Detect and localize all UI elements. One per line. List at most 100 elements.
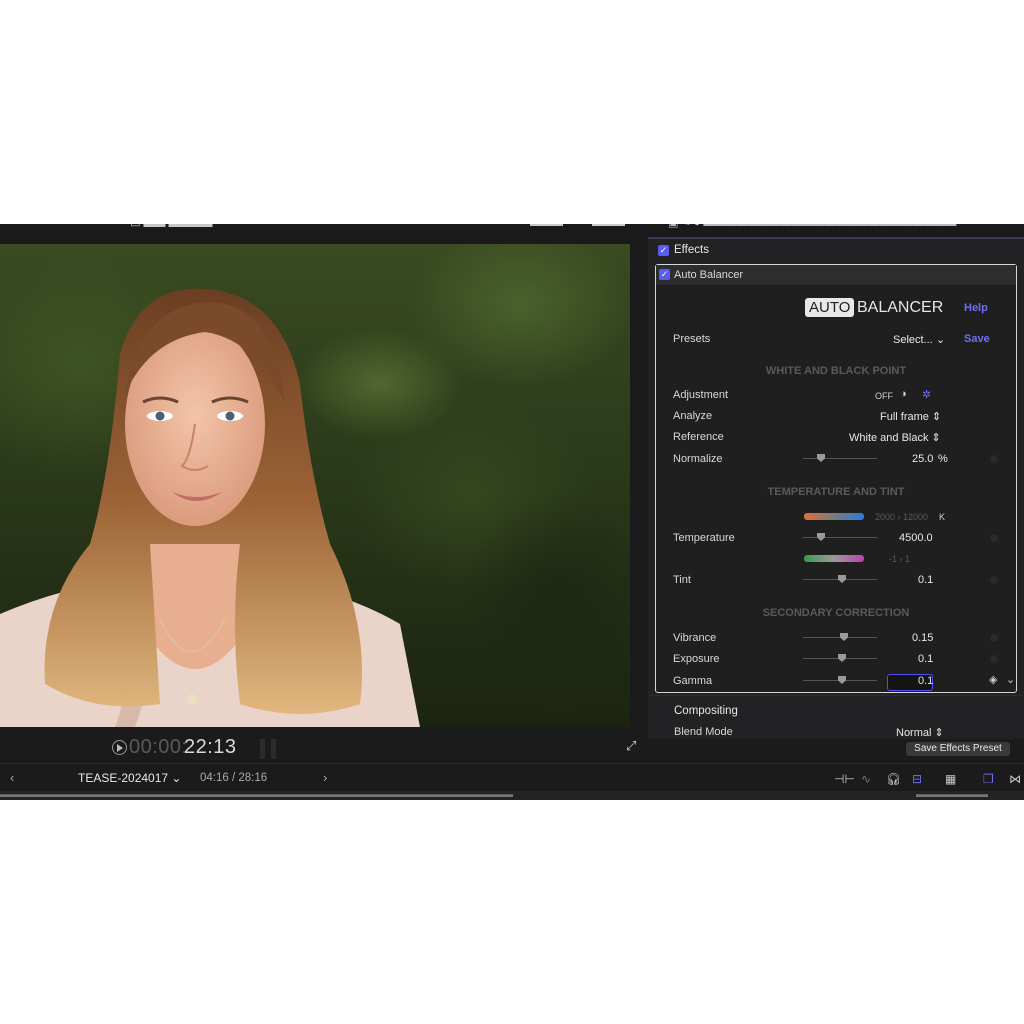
timecode-leading: 00:00: — [129, 736, 188, 758]
effects-browser-icon[interactable]: ❐ — [983, 772, 994, 786]
presets-select-value: Select... — [893, 334, 933, 346]
fullscreen-icon[interactable]: ⤢ — [626, 738, 636, 754]
keyframe-icon[interactable] — [990, 634, 998, 642]
auto-balancer-effect: ✓ Auto Balancer AUTO BALANCER Help Prese… — [655, 264, 1017, 693]
auto-balancer-label: Auto Balancer — [674, 269, 744, 281]
adjustment-off-button[interactable]: OFF — [875, 391, 893, 401]
temperature-range: 2000 › 12000 — [875, 512, 929, 522]
analyze-label: Analyze — [673, 410, 713, 422]
tint-range: -1 › 1 — [889, 554, 911, 564]
tint-gradient-bar — [804, 555, 864, 562]
keyframe-icon[interactable] — [990, 534, 998, 542]
normalize-slider[interactable] — [803, 458, 877, 459]
timecode-marker-icon — [260, 739, 278, 759]
blend-mode-select[interactable]: Normal ⇕ — [896, 726, 944, 739]
filmstrip-icon[interactable]: ▦ — [945, 772, 956, 786]
chevron-down-icon[interactable]: ⌄ — [1006, 673, 1015, 686]
reference-select[interactable]: White and Black ⇕ — [849, 431, 941, 444]
presets-label: Presets — [673, 333, 711, 345]
divider — [648, 695, 1024, 696]
project-name[interactable]: TEASE-2024017 ⌄ — [78, 771, 181, 785]
inspector-panel: ✓ Effects ✓ Auto Balancer AUTO BALANCER … — [648, 239, 1024, 739]
analyze-select[interactable]: Full frame ⇕ — [880, 410, 941, 423]
presets-select[interactable]: Select... ⌄ — [893, 333, 945, 346]
adjustment-label: Adjustment — [673, 389, 729, 401]
normalize-slider-thumb[interactable] — [817, 454, 825, 462]
timeline-toolbar: ‹ TEASE-2024017 ⌄ 04:16 / 28:16 › ⊣⊢ ∿ 🎧… — [0, 763, 1024, 792]
vibrance-slider-thumb[interactable] — [840, 633, 848, 641]
effects-checkbox[interactable]: ✓ — [658, 245, 669, 256]
final-cut-window: ▭ ▬▬ ▬▬▬▬ ▬▬▬ ▬▬▬ — [0, 224, 1024, 800]
tint-slider-thumb[interactable] — [838, 575, 846, 583]
chevron-down-icon: ⌄ — [171, 771, 182, 785]
auto-balancer-checkbox[interactable]: ✓ — [659, 269, 670, 280]
timeline-position: 04:16 / 28:16 — [200, 772, 268, 784]
exposure-slider-thumb[interactable] — [838, 654, 846, 662]
exposure-label: Exposure — [673, 653, 720, 665]
tint-range-low: -1 — [889, 554, 898, 564]
gamma-value[interactable]: 0.1 — [918, 675, 933, 687]
tint-range-high: 1 — [905, 554, 911, 564]
tint-label: Tint — [673, 574, 691, 586]
magic-wand-icon[interactable]: ✲ — [922, 388, 931, 401]
vibrance-label: Vibrance — [673, 632, 717, 644]
keyframe-icon[interactable] — [990, 455, 998, 463]
temperature-range-high: 12000 — [903, 512, 929, 522]
video-viewer[interactable] — [0, 244, 630, 727]
inspector-header-clipped-text: ▣ ✎ ● ▬▬▬▬▬▬▬▬▬▬▬▬▬▬▬▬▬▬▬▬▬▬▬ — [668, 224, 956, 229]
save-preset-link[interactable]: Save — [964, 333, 990, 345]
audio-skimming-icon[interactable]: ∿ — [861, 772, 871, 786]
inspector-header: ▣ ✎ ● ▬▬▬▬▬▬▬▬▬▬▬▬▬▬▬▬▬▬▬▬▬▬▬ — [648, 224, 1024, 239]
add-keyframe-icon[interactable]: ◈ — [989, 673, 997, 686]
analyze-select-value: Full frame — [880, 411, 929, 423]
temperature-value[interactable]: 4500.0 — [899, 532, 933, 544]
temperature-slider[interactable] — [803, 537, 877, 538]
viewer-scroll-edge — [630, 244, 648, 727]
viewer-header-zoom[interactable]: ▬▬▬ — [530, 224, 563, 229]
save-effects-preset-button[interactable]: Save Effects Preset — [906, 742, 1010, 756]
installed-effects-clipped: ▬▬▬▬▬▬▬▬ — [916, 791, 988, 799]
ruler-clipped-text: ▬▬▬▬▬▬▬▬▬▬▬▬▬▬▬▬▬▬▬▬▬▬▬▬▬▬▬▬▬▬▬▬▬▬▬▬▬▬▬▬… — [0, 791, 513, 799]
back-arrow-icon[interactable]: ‹ — [10, 770, 14, 785]
forward-arrow-icon[interactable]: › — [323, 770, 327, 785]
section-temperature-tint: TEMPERATURE AND TINT — [767, 486, 905, 498]
exposure-value[interactable]: 0.1 — [918, 653, 933, 665]
updown-chevron-icon: ⇕ — [931, 432, 941, 444]
normalize-value[interactable]: 25.0 — [912, 453, 933, 465]
vibrance-value[interactable]: 0.15 — [912, 632, 933, 644]
logo-auto: AUTO — [805, 298, 855, 317]
keyframe-icon[interactable] — [990, 576, 998, 584]
keyframe-icon[interactable] — [990, 655, 998, 663]
clip-appearance-icon[interactable]: ⊣⊢ — [834, 772, 855, 786]
snapping-icon[interactable]: ⊟ — [912, 772, 922, 786]
viewer-header-view[interactable]: ▬▬▬ — [592, 224, 625, 229]
gamma-slider-thumb[interactable] — [838, 676, 846, 684]
headphones-icon[interactable]: 🎧︎ — [886, 772, 901, 786]
gamma-label: Gamma — [673, 675, 713, 687]
transitions-icon[interactable]: ⋈ — [1009, 772, 1021, 786]
auto-balancer-header[interactable]: ✓ Auto Balancer — [656, 265, 1016, 285]
timecode-display[interactable]: 22:13 — [184, 736, 237, 759]
effects-label: Effects — [674, 244, 709, 256]
updown-chevron-icon: ⇕ — [934, 727, 944, 739]
tint-value[interactable]: 0.1 — [918, 574, 933, 586]
normalize-label: Normalize — [673, 453, 723, 465]
temperature-range-low: 2000 — [875, 512, 896, 522]
temperature-slider-thumb[interactable] — [817, 533, 825, 541]
temperature-unit: K — [939, 512, 946, 522]
viewer-controls: 00:00: 22:13 ⤢ — [0, 727, 648, 763]
temperature-gradient-bar — [804, 513, 864, 520]
reference-select-value: White and Black — [849, 432, 929, 444]
play-icon[interactable] — [112, 740, 127, 755]
section-white-black-point: WHITE AND BLACK POINT — [765, 365, 907, 377]
timeline-ruler: ▬▬▬▬▬▬▬▬▬▬▬▬▬▬▬▬▬▬▬▬▬▬▬▬▬▬▬▬▬▬▬▬▬▬▬▬▬▬▬▬… — [0, 791, 1024, 800]
temperature-label: Temperature — [673, 532, 735, 544]
video-frame-portrait — [0, 288, 420, 727]
chevron-down-icon: ⌄ — [935, 334, 946, 346]
contrast-icon[interactable]: ◑ — [900, 388, 907, 400]
help-link[interactable]: Help — [964, 302, 988, 314]
viewer-header-clipped-text: ▭ ▬▬ ▬▬▬▬ — [130, 224, 213, 230]
section-secondary-correction: SECONDARY CORRECTION — [762, 607, 910, 619]
project-name-text: TEASE-2024017 — [78, 771, 169, 785]
blend-mode-label: Blend Mode — [674, 726, 733, 738]
